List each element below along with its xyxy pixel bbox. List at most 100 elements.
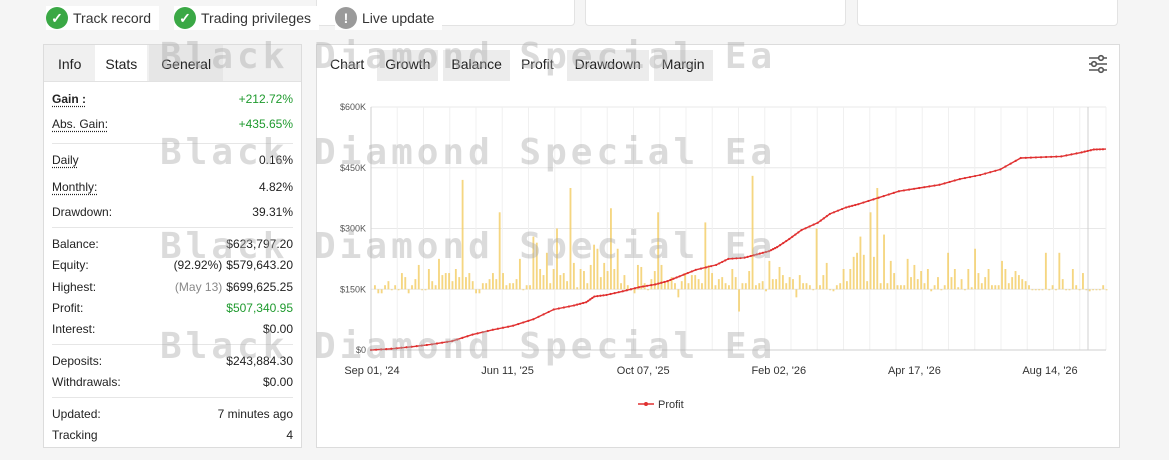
profit-bar — [522, 289, 525, 291]
profit-point — [587, 299, 590, 302]
profit-bar — [647, 289, 649, 291]
profit-point — [390, 347, 393, 350]
profit-bar — [950, 277, 953, 290]
profit-bar — [394, 285, 397, 290]
profit-point — [542, 313, 545, 316]
profit-point — [666, 280, 669, 283]
profit-point — [593, 295, 596, 298]
profit-bar — [859, 236, 862, 290]
profit-bar — [1105, 289, 1108, 291]
deposits-row: Deposits: $243,884.30 — [52, 351, 293, 371]
balance-label: Balance: — [52, 237, 99, 251]
profit-bar — [384, 285, 386, 290]
profit-point — [1045, 155, 1048, 159]
profit-point — [621, 290, 624, 293]
profit-point — [918, 186, 921, 190]
profit-point — [641, 285, 645, 288]
profit-point — [425, 343, 428, 347]
summary-card — [857, 0, 1118, 26]
profit-bar — [539, 269, 542, 290]
profit-point — [851, 204, 854, 207]
profit-point — [496, 327, 499, 330]
profit-point — [385, 347, 388, 351]
profit-bar — [407, 289, 410, 294]
profit-point — [682, 273, 685, 276]
profit-bar — [431, 281, 434, 290]
profit-bar — [852, 256, 855, 290]
profit-bar — [751, 175, 754, 290]
highest-date: (May 13) — [174, 280, 223, 294]
interest-label: Interest: — [52, 322, 96, 336]
profit-bar — [465, 277, 467, 290]
monthly-value: 4.82% — [258, 180, 293, 194]
profit-point — [1080, 151, 1083, 154]
profit-point — [724, 259, 727, 262]
profit-bar — [1092, 289, 1094, 291]
profit-bar — [697, 279, 700, 290]
profit-bar — [633, 289, 636, 294]
tracking-row: Tracking 4 — [52, 425, 293, 445]
profit-bar — [771, 279, 774, 290]
profit-point — [415, 345, 418, 348]
profit-bar — [1085, 289, 1088, 291]
profit-bar — [957, 287, 960, 290]
profit-point — [617, 291, 620, 294]
profit-bar — [916, 279, 919, 290]
y-tick-label: $150K — [340, 284, 366, 294]
profit-bar — [404, 277, 407, 290]
gain-label[interactable]: Gain : — [52, 92, 239, 106]
profit-bar — [775, 279, 778, 290]
profit-bar — [1041, 289, 1044, 291]
profit-point — [395, 347, 398, 350]
profit-bar — [997, 285, 1000, 290]
profit-bar — [515, 279, 518, 290]
profit-bar — [1068, 289, 1071, 291]
profit-bar — [1038, 289, 1041, 291]
profit-point — [1075, 152, 1078, 155]
profit-point — [650, 283, 653, 287]
live-update-badge[interactable]: ! Live update — [335, 6, 443, 30]
profit-point — [557, 307, 560, 310]
y-tick-label: $0 — [356, 345, 366, 355]
track-record-badge[interactable]: ✓ Track record — [46, 6, 160, 30]
profit-bar — [390, 289, 393, 291]
profit-bar — [1011, 277, 1014, 290]
chart-legend[interactable]: Profit — [638, 399, 684, 411]
profit-bar — [728, 285, 730, 290]
profit-bar — [586, 283, 589, 290]
profit-point — [440, 341, 444, 344]
profit-point — [591, 296, 594, 300]
profit-bar — [377, 289, 380, 294]
y-axis-ticks: $0 $150K $300K $450K $600K — [340, 102, 366, 355]
profit-point — [506, 325, 510, 328]
profit-point — [1024, 156, 1027, 159]
profit-point — [857, 203, 860, 206]
profit-bar — [933, 285, 936, 290]
profit-bar — [1061, 279, 1064, 290]
monthly-label[interactable]: Monthly: — [52, 180, 259, 194]
daily-label[interactable]: Daily — [52, 153, 259, 167]
trading-privileges-badge[interactable]: ✓ Trading privileges — [174, 6, 319, 30]
profit-bar — [792, 279, 794, 290]
withdrawals-row: Withdrawals: $0.00 — [52, 372, 293, 392]
profit-bar — [495, 279, 498, 290]
profit-bar — [636, 264, 639, 290]
profit-point — [446, 340, 449, 343]
tab-general[interactable]: General — [149, 45, 224, 81]
profit-bar — [529, 285, 531, 290]
profit-point — [771, 248, 775, 251]
profit-bar — [862, 254, 865, 290]
profit-bar — [448, 273, 451, 290]
profit-point — [660, 281, 663, 284]
profit-bar — [704, 222, 707, 290]
profit-bar — [906, 258, 909, 290]
tab-stats[interactable]: Stats — [95, 45, 148, 81]
profit-bar — [1065, 289, 1068, 291]
abs-gain-label[interactable]: Abs. Gain: — [52, 117, 239, 131]
profit-point — [527, 319, 530, 322]
profit-bar — [802, 283, 805, 290]
tab-info[interactable]: Info — [44, 45, 95, 81]
profit-point — [721, 260, 724, 264]
profit-bar — [866, 281, 869, 290]
highest-row: Highest: (May 13) $699,625.25 — [52, 277, 293, 297]
